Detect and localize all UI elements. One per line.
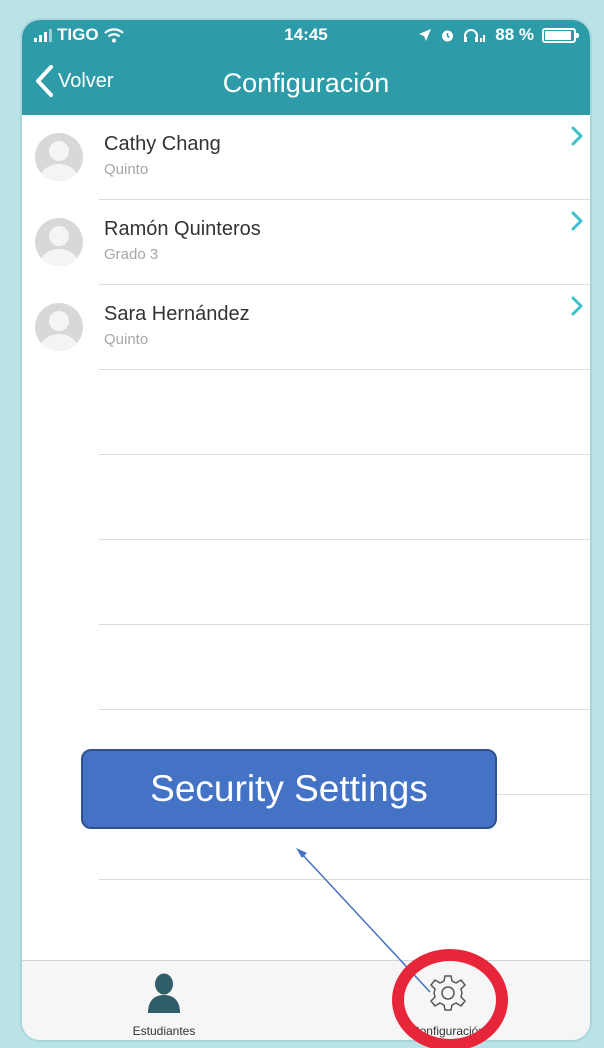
- student-row-ramon-quinteros[interactable]: Ramón Quinteros Grado 3: [22, 200, 590, 285]
- tab-students[interactable]: Estudiantes: [22, 961, 306, 1040]
- avatar: [35, 133, 83, 181]
- battery-icon: [542, 27, 579, 43]
- nav-bar: Volver Configuración: [22, 50, 590, 115]
- empty-list-row: [22, 540, 590, 625]
- student-row-cathy-chang[interactable]: Cathy Chang Quinto: [22, 115, 590, 200]
- location-arrow-icon: [419, 29, 432, 41]
- chevron-right-icon: [571, 296, 583, 316]
- empty-list-row: [22, 625, 590, 710]
- phone-screen: TIGO 14:45 88 % Volver Configuración Cat…: [22, 20, 590, 1040]
- avatar: [35, 218, 83, 266]
- student-grade: Quinto: [104, 161, 149, 178]
- empty-list-row: [22, 370, 590, 455]
- tab-settings-label: Configuración: [410, 1024, 486, 1038]
- person-icon: [148, 973, 180, 1013]
- security-settings-callout: Security Settings: [81, 749, 497, 829]
- battery-percent: 88 %: [495, 25, 534, 44]
- student-name: Sara Hernández: [104, 303, 250, 325]
- tab-students-label: Estudiantes: [132, 1024, 196, 1038]
- page-title: Configuración: [222, 68, 390, 98]
- chevron-right-icon: [571, 126, 583, 146]
- avatar: [35, 303, 83, 351]
- student-row-sara-hernandez[interactable]: Sara Hernández Quinto: [22, 285, 590, 370]
- student-name: Ramón Quinteros: [104, 218, 261, 240]
- status-bar: TIGO 14:45 88 %: [22, 20, 590, 50]
- gear-icon: [430, 975, 466, 1011]
- student-grade: Grado 3: [104, 246, 159, 263]
- student-grade: Quinto: [104, 331, 149, 348]
- status-right: 88 %: [418, 25, 579, 45]
- tab-bar: Estudiantes Configuración: [22, 960, 590, 1040]
- student-name: Cathy Chang: [104, 133, 221, 155]
- alarm-icon: [442, 30, 454, 41]
- tab-settings[interactable]: Configuración: [306, 961, 590, 1040]
- headphones-icon: [464, 28, 486, 42]
- empty-list-row: [22, 455, 590, 540]
- chevron-right-icon: [571, 211, 583, 231]
